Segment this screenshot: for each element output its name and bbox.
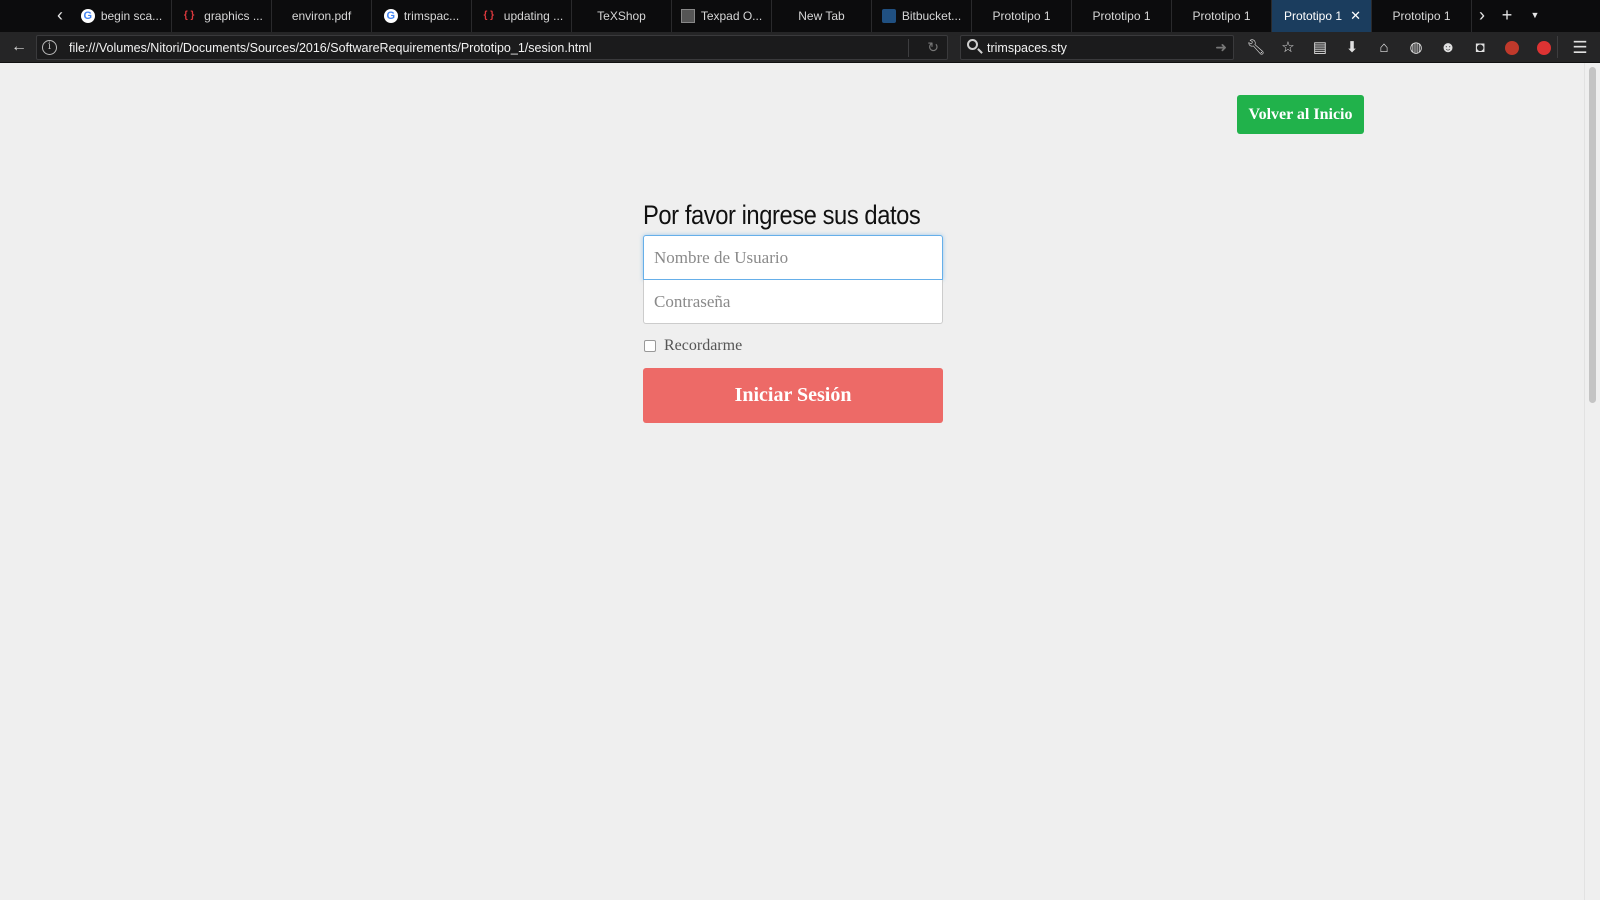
tab-label: begin sca...	[100, 9, 163, 23]
doc-icon	[680, 9, 695, 23]
form-title: Por favor ingrese sus datos	[643, 200, 921, 230]
browser-tab[interactable]: environ.pdf	[272, 0, 372, 32]
url-bar[interactable]: i file:///Volumes/Nitori/Documents/Sourc…	[36, 35, 948, 60]
pocket-icon[interactable]: ◘	[1464, 32, 1496, 63]
browser-chrome: ‹ Gbegin sca... { } graphics ... environ.pd…	[0, 0, 1600, 63]
remember-me-checkbox[interactable]	[644, 340, 656, 352]
username-input[interactable]	[643, 235, 943, 280]
tab-label: TeXShop	[597, 9, 646, 23]
url-separator	[908, 39, 909, 57]
browser-tab[interactable]: TeXShop	[572, 0, 672, 32]
tabs-scroll-right-icon[interactable]: ›	[1471, 0, 1493, 32]
network-icon[interactable]: ◍	[1400, 32, 1432, 63]
browser-tab[interactable]: Prototipo 1	[1072, 0, 1172, 32]
reload-icon[interactable]: ↻	[927, 39, 939, 56]
braces-icon: { }	[183, 10, 195, 21]
hamburger-menu-icon[interactable]: ☰	[1566, 32, 1594, 63]
braces-icon: { }	[483, 10, 495, 21]
tab-label: Prototipo 1	[1284, 9, 1343, 23]
reading-list-icon[interactable]: ▤	[1304, 32, 1336, 63]
search-bar[interactable]: trimspaces.sty ➜	[960, 35, 1234, 60]
browser-tab[interactable]: Bitbucket...	[872, 0, 972, 32]
google-icon: G	[80, 9, 95, 23]
page-viewport: Volver al Inicio Por favor ingrese sus d…	[0, 63, 1600, 900]
browser-tab[interactable]: { } updating ...	[472, 0, 572, 32]
browser-tab[interactable]: Gbegin sca...	[72, 0, 172, 32]
tab-close-icon[interactable]: ✕	[1350, 8, 1361, 24]
tab-label: Prototipo 1	[992, 9, 1051, 23]
back-arrow-icon[interactable]: ←	[6, 35, 32, 59]
tab-label: trimspac...	[403, 9, 460, 23]
tab-strip: Gbegin sca... { } graphics ... environ.pdf G…	[72, 0, 1472, 32]
tab-label: Prototipo 1	[1092, 9, 1151, 23]
tab-label: graphics ...	[204, 9, 263, 23]
browser-tab[interactable]: Prototipo 1 ✕	[1272, 0, 1372, 32]
browser-tab[interactable]: Gtrimspac...	[372, 0, 472, 32]
search-go-arrow-icon[interactable]: ➜	[1215, 39, 1227, 56]
back-to-home-button[interactable]: Volver al Inicio	[1237, 95, 1364, 134]
browser-tab[interactable]: Prototipo 1	[972, 0, 1072, 32]
tab-label: Prototipo 1	[1392, 9, 1451, 23]
google-icon: G	[383, 9, 398, 23]
browser-tab[interactable]: Texpad O...	[672, 0, 772, 32]
tab-bar: ‹ Gbegin sca... { } graphics ... environ.pd…	[0, 0, 1600, 32]
scrollbar-thumb[interactable]	[1589, 67, 1596, 403]
search-text[interactable]: trimspaces.sty	[987, 41, 1067, 55]
new-tab-icon[interactable]: +	[1497, 0, 1517, 32]
tabs-scroll-left-icon[interactable]: ‹	[49, 0, 71, 32]
bitbucket-icon	[881, 9, 896, 23]
download-icon[interactable]: ⬇	[1336, 32, 1368, 63]
wrench-icon[interactable]: 🔧︎	[1240, 32, 1272, 63]
chat-icon[interactable]: ☻	[1432, 32, 1464, 63]
home-icon[interactable]: ⌂	[1368, 32, 1400, 63]
site-info-icon[interactable]: i	[42, 40, 57, 55]
tab-list-dropdown-icon[interactable]: ▼	[1527, 0, 1543, 32]
login-button[interactable]: Iniciar Sesión	[643, 368, 943, 423]
browser-tab[interactable]: Prototipo 1	[1372, 0, 1472, 32]
password-input[interactable]	[643, 280, 943, 324]
browser-tab[interactable]: Prototipo 1	[1172, 0, 1272, 32]
ublock-icon[interactable]	[1496, 32, 1528, 63]
remember-me-row: Recordarme	[643, 334, 943, 358]
tab-label: Texpad O...	[700, 9, 763, 23]
extension-icon[interactable]	[1528, 32, 1560, 63]
tab-label: updating ...	[503, 9, 564, 23]
tab-label: New Tab	[798, 9, 845, 23]
tab-label: Bitbucket...	[901, 9, 962, 23]
url-text[interactable]: file:///Volumes/Nitori/Documents/Sources…	[69, 41, 591, 55]
bookmark-star-icon[interactable]: ☆	[1272, 32, 1304, 63]
browser-tab[interactable]: New Tab	[772, 0, 872, 32]
browser-tab[interactable]: { } graphics ...	[172, 0, 272, 32]
vertical-scrollbar[interactable]	[1584, 63, 1600, 900]
tab-label: environ.pdf	[291, 9, 352, 23]
remember-me-label[interactable]: Recordarme	[664, 337, 742, 355]
toolbar-separator	[1557, 36, 1558, 58]
toolbar-icons: 🔧︎ ☆ ▤ ⬇ ⌂ ◍ ☻ ◘	[1240, 32, 1560, 63]
search-icon	[967, 39, 978, 50]
login-form: Por favor ingrese sus datos Recordarme I…	[643, 195, 943, 423]
tab-label: Prototipo 1	[1192, 9, 1251, 23]
